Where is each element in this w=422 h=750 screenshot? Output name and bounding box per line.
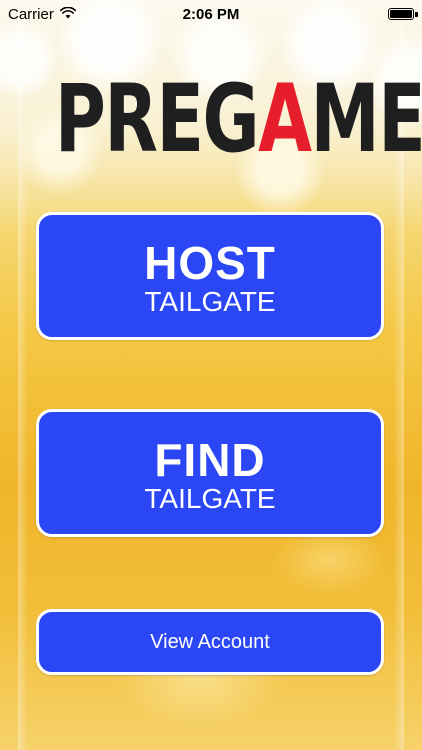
logo-text-accent: A bbox=[258, 65, 312, 174]
battery-tip bbox=[415, 12, 418, 17]
host-tailgate-button[interactable]: HOST TAILGATE bbox=[36, 212, 384, 340]
view-account-button[interactable]: View Account bbox=[36, 609, 384, 675]
glass-edge-left bbox=[18, 0, 28, 750]
find-button-title: FIND bbox=[154, 434, 266, 486]
pregame-logo: PREGAME bbox=[55, 72, 422, 168]
status-time: 2:06 PM bbox=[182, 6, 240, 23]
find-tailgate-button[interactable]: FIND TAILGATE bbox=[36, 409, 384, 537]
host-button-subtitle: TAILGATE bbox=[144, 286, 276, 317]
find-button-subtitle: TAILGATE bbox=[144, 483, 276, 514]
battery-fill bbox=[390, 10, 412, 18]
battery-icon bbox=[388, 8, 418, 20]
app-screen: Carrier 2:06 PM PREGAME HOST TAILGATE FI… bbox=[0, 0, 422, 750]
view-account-label: View Account bbox=[150, 631, 270, 653]
logo-text-start: PREG bbox=[54, 65, 260, 174]
host-button-title: HOST bbox=[144, 237, 276, 289]
logo-text-end: ME bbox=[310, 65, 422, 174]
status-bar: Carrier 2:06 PM bbox=[0, 0, 422, 30]
